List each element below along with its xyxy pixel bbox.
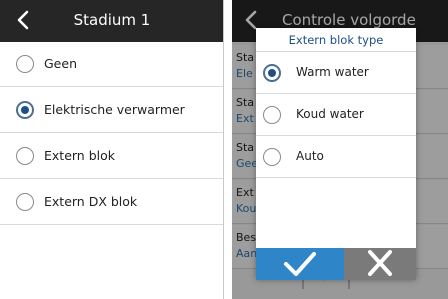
option-koud-water[interactable]: Koud water: [256, 94, 416, 136]
radio-button[interactable]: [263, 106, 281, 124]
checkmark-icon: [284, 252, 316, 276]
option-elektrische-verwarmer[interactable]: Elektrische verwarmer: [0, 88, 223, 133]
option-label: Koud water: [296, 107, 364, 121]
option-auto[interactable]: Auto: [256, 136, 416, 178]
close-icon: [368, 250, 392, 276]
option-extern-blok[interactable]: Extern blok: [0, 134, 223, 179]
option-label: Warm water: [296, 65, 369, 79]
radio-button[interactable]: [16, 55, 34, 73]
radio-button[interactable]: [263, 148, 281, 166]
extern-blok-type-dialog: Extern blok type Warm water Koud water A…: [256, 28, 416, 280]
radio-button-selected[interactable]: [16, 101, 34, 119]
radio-button-selected[interactable]: [263, 64, 281, 82]
option-label: Geen: [44, 56, 77, 71]
option-label: Auto: [296, 149, 324, 163]
option-warm-water[interactable]: Warm water: [256, 52, 416, 94]
option-label: Extern blok: [44, 148, 115, 163]
radio-button[interactable]: [16, 193, 34, 211]
option-label: Elektrische verwarmer: [44, 102, 185, 117]
header-bar: Stadium 1: [0, 0, 223, 42]
stadium-settings-panel: Stadium 1 Geen Elektrische verwarmer Ext…: [0, 0, 224, 299]
option-geen[interactable]: Geen: [0, 42, 223, 87]
confirm-button[interactable]: [256, 248, 344, 280]
dialog-title: Extern blok type: [256, 28, 416, 52]
option-extern-dx-blok[interactable]: Extern DX blok: [0, 180, 223, 225]
option-label: Extern DX blok: [44, 194, 138, 209]
cancel-button[interactable]: [344, 248, 416, 280]
page-title: Stadium 1: [73, 11, 151, 29]
radio-button[interactable]: [16, 147, 34, 165]
